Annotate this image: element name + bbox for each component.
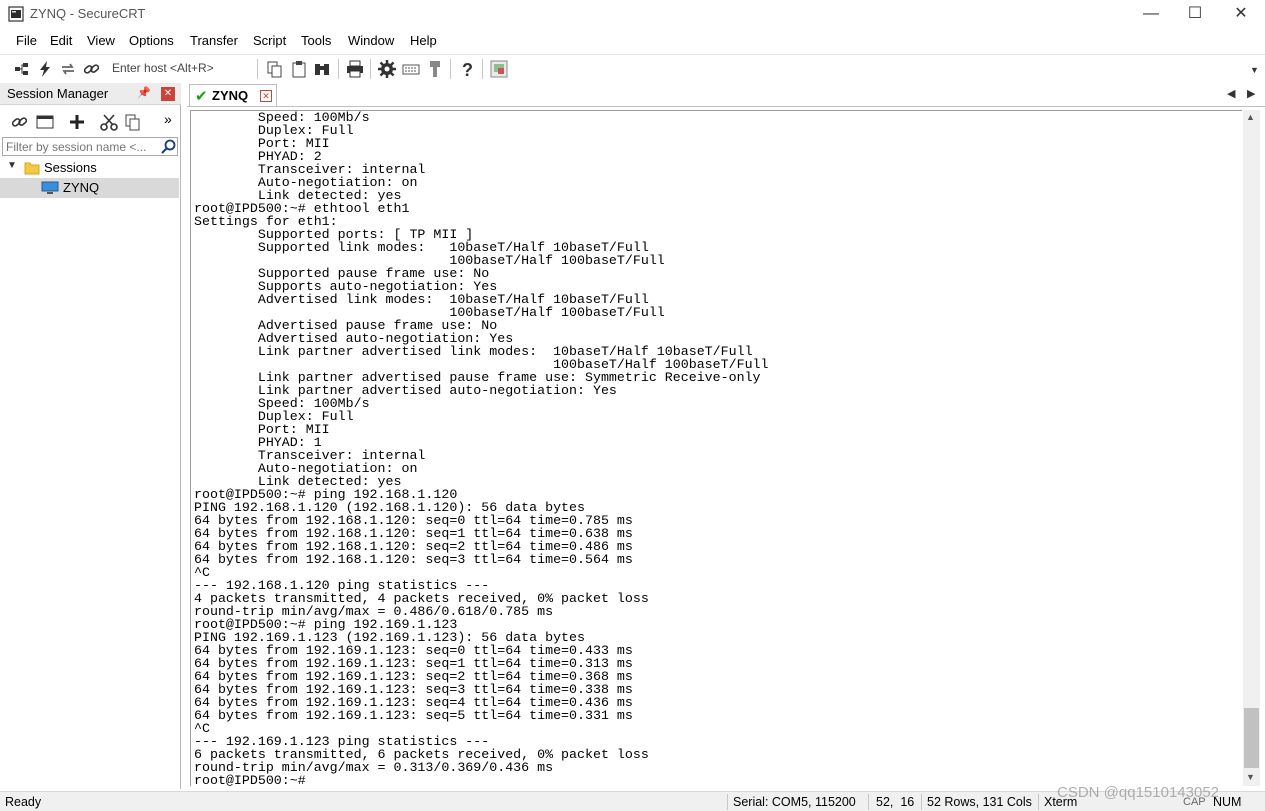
tree-item-sessions-folder[interactable]: ▼ Sessions <box>0 158 179 178</box>
open-in-tab-icon[interactable] <box>35 112 55 132</box>
status-divider <box>868 794 869 810</box>
tree-label-sessions: Sessions <box>44 160 97 175</box>
session-manager-panel: Session Manager 📌 ✕ » ▼ Sessions <box>0 83 181 789</box>
scroll-up-arrow-icon[interactable]: ▲ <box>1246 112 1255 122</box>
close-tab-button[interactable]: ✕ <box>260 90 272 102</box>
menu-bar: File Edit View Options Transfer Script T… <box>0 30 1265 52</box>
toolbar: Enter host <Alt+R> ? ▼ <box>0 54 1265 82</box>
keymap-icon[interactable] <box>401 59 421 79</box>
watermark: CSDN @qq1510143052 <box>1057 784 1220 801</box>
toolbar-overflow-chevron-icon[interactable]: ▼ <box>1250 65 1259 75</box>
find-icon[interactable] <box>312 59 332 79</box>
tree-label-zynq: ZYNQ <box>63 180 100 195</box>
add-session-plus-icon[interactable] <box>67 112 87 132</box>
monitor-icon <box>41 181 59 194</box>
menu-window[interactable]: Window <box>348 33 394 48</box>
status-divider <box>1038 794 1039 810</box>
terminal-output: Speed: 100Mb/s Duplex: Full Port: MII PH… <box>194 111 769 786</box>
toolbar-divider <box>370 59 371 79</box>
title-bar: ZYNQ - SecureCRT — ☐ ✕ <box>0 0 1265 28</box>
paste-icon[interactable] <box>289 59 309 79</box>
session-filter-input[interactable] <box>2 137 178 156</box>
more-chevron-icon[interactable]: » <box>164 111 172 127</box>
toolbar-divider <box>338 59 339 79</box>
menu-options[interactable]: Options <box>129 33 174 48</box>
link-icon[interactable] <box>82 59 102 79</box>
session-manager-header: Session Manager 📌 ✕ <box>0 83 181 105</box>
help-icon[interactable]: ? <box>457 59 477 79</box>
status-divider <box>921 794 922 810</box>
folder-icon <box>24 162 40 175</box>
pin-icon[interactable]: 📌 <box>137 86 151 99</box>
svg-text:?: ? <box>462 60 473 79</box>
tree-item-session-zynq[interactable]: ZYNQ <box>0 178 179 198</box>
print-icon[interactable] <box>345 59 365 79</box>
tab-scroll-left-icon[interactable]: ◀ <box>1227 87 1235 100</box>
toolbar-divider <box>450 59 451 79</box>
status-ready: Ready <box>5 795 42 809</box>
copy-session-icon[interactable] <box>123 112 143 132</box>
session-tab-bar: ✔ ZYNQ ✕ ◀ ▶ <box>187 83 1265 107</box>
status-divider <box>727 794 728 810</box>
maximize-button[interactable]: ☐ <box>1172 0 1218 28</box>
connect-icon[interactable] <box>12 59 32 79</box>
quick-connect-icon[interactable] <box>35 59 55 79</box>
sftp-icon[interactable] <box>489 59 509 79</box>
close-window-button[interactable]: ✕ <box>1218 0 1264 28</box>
status-serial: Serial: COM5, 115200 <box>733 795 856 809</box>
session-manager-toolbar: » <box>0 110 181 136</box>
toolbar-divider <box>482 59 483 79</box>
close-panel-button[interactable]: ✕ <box>161 87 175 101</box>
connect-session-link-icon[interactable] <box>10 112 30 132</box>
securecrt-app-icon <box>8 6 24 22</box>
menu-edit[interactable]: Edit <box>50 33 72 48</box>
terminal-view[interactable]: Speed: 100Mb/s Duplex: Full Port: MII PH… <box>190 110 1242 786</box>
menu-script[interactable]: Script <box>253 33 286 48</box>
key-agent-icon[interactable] <box>425 59 445 79</box>
tab-label: ZYNQ <box>212 88 249 103</box>
menu-tools[interactable]: Tools <box>301 33 331 48</box>
collapse-chevron-icon[interactable]: ▼ <box>7 160 17 171</box>
settings-gear-icon[interactable] <box>377 59 397 79</box>
status-cursor-position: 52, 16 <box>876 795 915 809</box>
connected-check-icon: ✔ <box>195 88 208 105</box>
scrollbar-thumb[interactable] <box>1244 708 1259 768</box>
menu-help[interactable]: Help <box>410 33 437 48</box>
tab-scroll-right-icon[interactable]: ▶ <box>1247 87 1255 100</box>
session-manager-title: Session Manager <box>7 86 109 101</box>
menu-transfer[interactable]: Transfer <box>190 33 238 48</box>
cut-scissors-icon[interactable] <box>99 112 119 132</box>
menu-file[interactable]: File <box>16 33 37 48</box>
window-title: ZYNQ - SecureCRT <box>30 6 146 21</box>
terminal-line: 64 bytes from 192.169.1.123: seq=5 ttl=6… <box>194 708 633 723</box>
menu-view[interactable]: View <box>87 33 115 48</box>
reconnect-icon[interactable] <box>58 59 78 79</box>
terminal-scrollbar[interactable]: ▲ ▼ <box>1243 110 1260 786</box>
status-terminal-size: 52 Rows, 131 Cols <box>927 795 1032 809</box>
tab-zynq[interactable]: ✔ ZYNQ ✕ <box>189 84 277 106</box>
search-icon[interactable] <box>160 138 177 155</box>
toolbar-divider <box>257 59 258 79</box>
terminal-line: 64 bytes from 192.168.1.120: seq=3 ttl=6… <box>194 552 633 567</box>
minimize-button[interactable]: — <box>1128 0 1174 28</box>
copy-icon[interactable] <box>265 59 285 79</box>
scroll-down-arrow-icon[interactable]: ▼ <box>1246 772 1255 782</box>
terminal-line: root@IPD500:~# <box>194 773 314 786</box>
enter-host-field[interactable]: Enter host <Alt+R> <box>112 61 214 75</box>
